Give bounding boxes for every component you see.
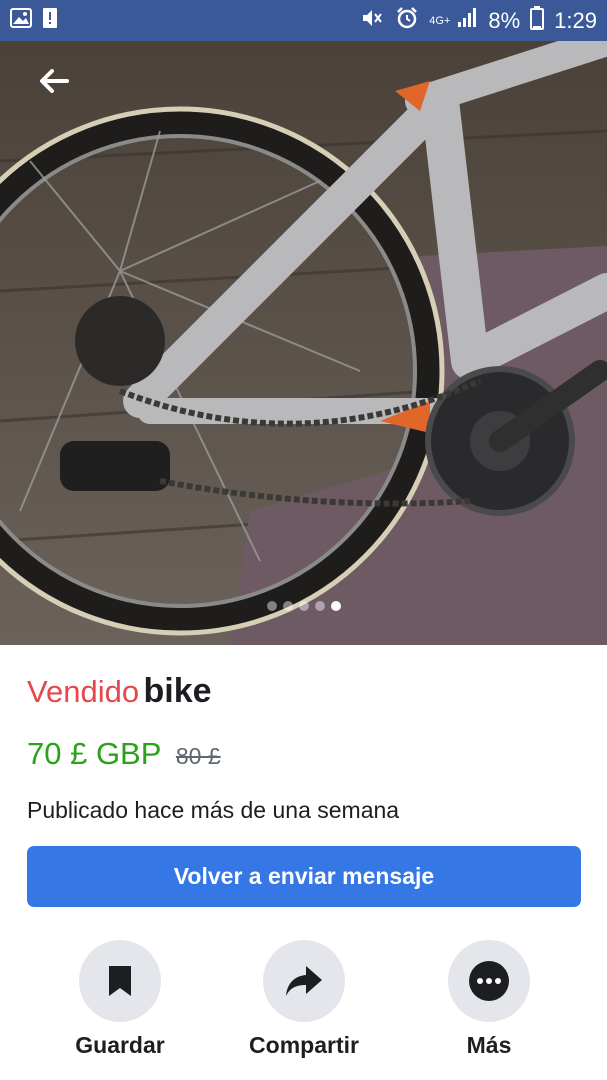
bookmark-icon [109, 966, 131, 996]
photo-pagination[interactable] [0, 601, 607, 611]
battery-percent: 8% [488, 7, 521, 33]
listing-photo[interactable] [0, 41, 607, 645]
alarm-icon [395, 6, 419, 36]
signal-icon [456, 7, 478, 35]
share-arrow-icon [286, 966, 322, 996]
pagination-dot[interactable] [298, 601, 309, 611]
pagination-dot[interactable] [282, 601, 293, 611]
notification-icon [42, 7, 58, 34]
price-row: 70 £ GBP 80 £ [27, 736, 221, 772]
clock: 1:29 [554, 7, 597, 33]
more-action[interactable]: Más [404, 940, 574, 1059]
save-label: Guardar [75, 1032, 165, 1058]
status-bar: 4G+ 8% 1:29 [0, 0, 607, 41]
back-arrow-icon[interactable] [34, 63, 74, 99]
share-button[interactable] [263, 940, 345, 1022]
more-label: Más [466, 1032, 512, 1058]
pagination-dot[interactable] [314, 601, 325, 611]
share-label: Compartir [249, 1032, 359, 1058]
sold-status: Vendido [27, 674, 140, 709]
image-icon [10, 8, 32, 33]
action-bar: Guardar Compartir Más [0, 940, 607, 1070]
original-price: 80 £ [175, 743, 221, 769]
current-price: 70 £ GBP [27, 736, 162, 771]
more-dots-icon [469, 961, 509, 1001]
battery-icon [530, 5, 545, 36]
resend-message-button[interactable]: Volver a enviar mensaje [27, 846, 581, 907]
item-name: bike [143, 672, 212, 710]
save-action[interactable]: Guardar [35, 940, 205, 1059]
listing-title: Vendido bike [27, 672, 212, 711]
more-button[interactable] [448, 940, 530, 1022]
posted-time: Publicado hace más de una semana [27, 797, 400, 823]
save-button[interactable] [79, 940, 161, 1022]
share-action[interactable]: Compartir [219, 940, 389, 1059]
mute-icon [361, 7, 385, 35]
network-type: 4G+ [429, 14, 451, 27]
bike-photo-illustration [0, 41, 607, 645]
pagination-dot[interactable] [266, 601, 277, 611]
pagination-dot-active[interactable] [330, 601, 341, 611]
